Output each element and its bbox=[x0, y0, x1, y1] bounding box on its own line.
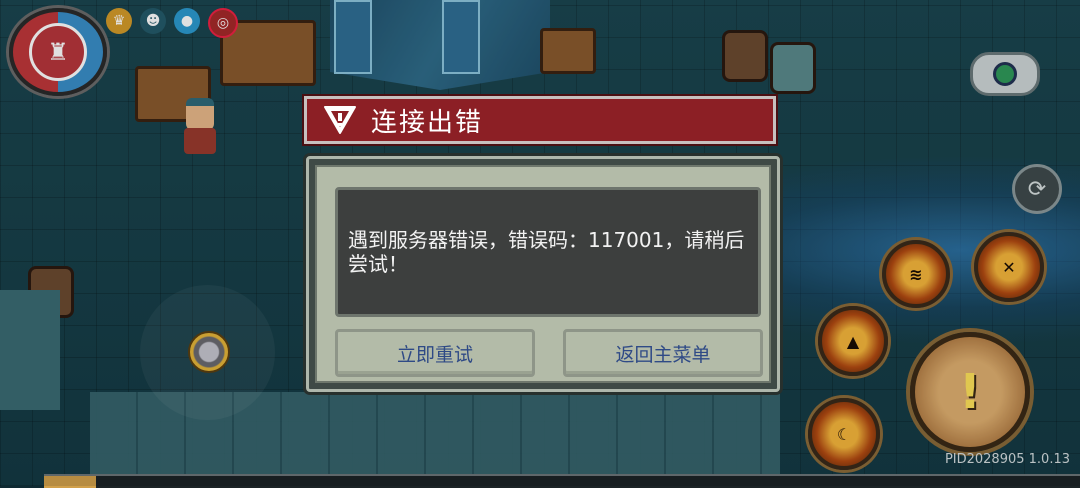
main-menu-button[interactable]: 返回主菜单 bbox=[563, 329, 763, 377]
dialog-title: 连接出错 bbox=[371, 107, 484, 138]
dialog-panel: 遇到服务器错误，错误码：117001，请稍后尝试！ 立即重试 返回主菜单 bbox=[315, 165, 771, 383]
error-message: 遇到服务器错误，错误码：117001，请稍后尝试！ bbox=[348, 228, 745, 276]
dialog-title-bar: 连接出错 bbox=[304, 96, 776, 144]
warning-icon bbox=[323, 105, 357, 135]
error-dialog: 遇到服务器错误，错误码：117001，请稍后尝试！ 立即重试 返回主菜单 bbox=[306, 156, 780, 392]
error-message-box: 遇到服务器错误，错误码：117001，请稍后尝试！ bbox=[335, 187, 761, 317]
retry-button[interactable]: 立即重试 bbox=[335, 329, 535, 377]
